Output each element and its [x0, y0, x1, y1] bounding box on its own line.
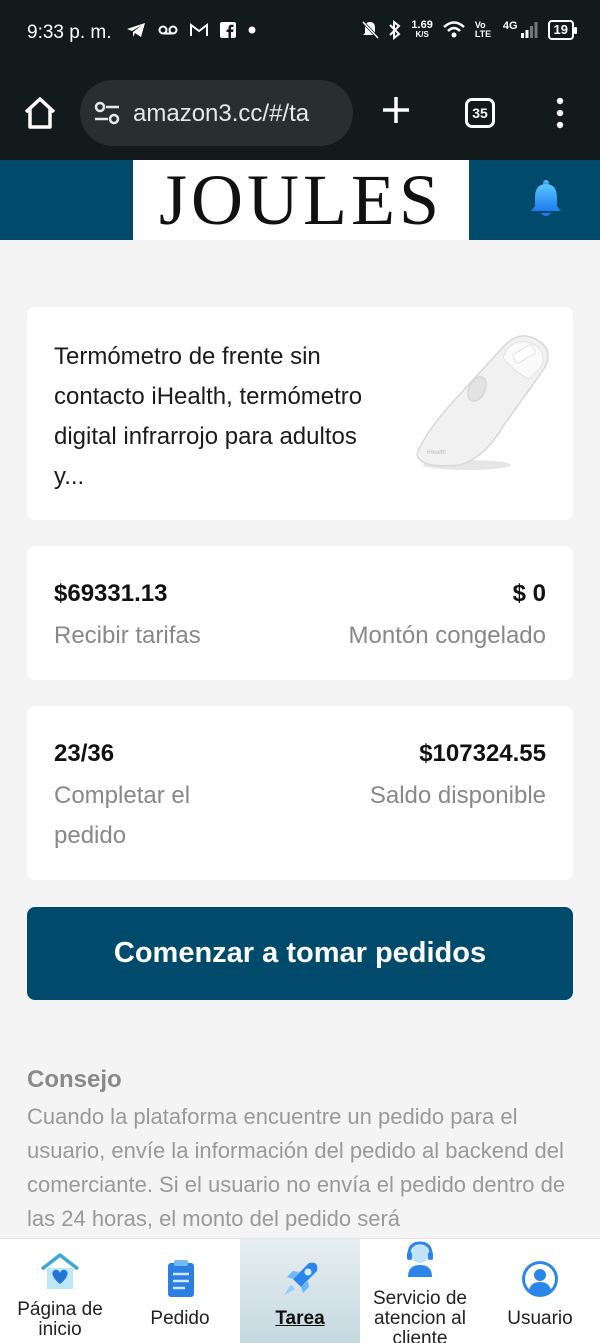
url-text[interactable]: amazon3.cc/#/ta — [133, 100, 343, 128]
tip-title: Consejo — [27, 1066, 122, 1093]
progress-label: Completar el pedido — [54, 782, 191, 849]
voicemail-icon — [158, 25, 178, 35]
gmail-icon — [190, 23, 208, 36]
user-icon — [522, 1261, 558, 1297]
frozen-value: $ 0 — [512, 580, 546, 607]
bluetooth-icon — [389, 20, 401, 40]
product-title: Termómetro de frente sin contacto iHealt… — [54, 343, 363, 490]
status-time: 9:33 p. m. — [27, 22, 112, 43]
browser-toolbar: amazon3.cc/#/ta 35 — [0, 66, 600, 160]
more-menu-icon[interactable] — [550, 96, 570, 130]
rocket-icon — [284, 1262, 318, 1295]
fees-value: $69331.13 — [54, 580, 168, 607]
nav-tasks[interactable]: Tarea — [240, 1239, 360, 1343]
nav-tasks-label: Tarea — [275, 1308, 325, 1329]
nav-user[interactable]: Usuario — [480, 1239, 600, 1343]
fees-card: $69331.13 Recibir tarifas $ 0 Montón con… — [27, 546, 573, 680]
product-card[interactable]: Termómetro de frente sin contacto iHealt… — [27, 307, 573, 520]
bell-icon[interactable] — [526, 178, 566, 220]
brand-logo: JOULES — [133, 160, 469, 240]
address-bar[interactable]: amazon3.cc/#/ta — [80, 80, 353, 146]
app-header: JOULES — [0, 160, 600, 240]
nav-orders[interactable]: Pedido — [120, 1239, 240, 1343]
battery-icon: 19 — [547, 20, 578, 40]
fees-label: Recibir tarifas — [54, 622, 201, 649]
home-icon[interactable] — [22, 95, 58, 131]
wifi-icon — [443, 21, 465, 38]
net-speed: 1.69 K/S — [411, 20, 432, 40]
bell-off-icon — [362, 20, 380, 40]
svg-text:iHealth: iHealth — [427, 450, 446, 456]
new-tab-icon[interactable] — [380, 94, 412, 126]
balance-value: $107324.55 — [419, 740, 546, 767]
clipboard-icon — [168, 1260, 194, 1297]
nav-home-label: Página de inicio — [17, 1299, 103, 1340]
nav-user-label: Usuario — [507, 1308, 573, 1329]
nav-support-label: Servicio de atencion al cliente — [373, 1288, 467, 1343]
tip-text: Cuando la plataforma encuentre un pedido… — [27, 1104, 566, 1231]
nav-support[interactable]: Servicio de atencion al cliente — [360, 1239, 480, 1343]
bottom-nav: Página de inicio Pedido Tarea Servicio d… — [0, 1238, 600, 1343]
home-heart-icon — [40, 1253, 80, 1289]
status-bar: 9:33 p. m. 1.69 K/S Vo LTE 4G 19 — [0, 0, 600, 66]
net-speed-value: 1.69 — [411, 19, 433, 31]
progress-card: 23/36 Completar el pedido $107324.55 Sal… — [27, 706, 573, 880]
progress-value: 23/36 — [54, 740, 115, 767]
frozen-label: Montón congelado — [348, 622, 546, 649]
telegram-icon — [127, 23, 145, 37]
product-image: iHealth — [416, 335, 549, 470]
nav-orders-label: Pedido — [150, 1308, 210, 1329]
nav-home[interactable]: Página de inicio — [0, 1239, 120, 1343]
start-orders-button[interactable]: Comenzar a tomar pedidos — [27, 907, 573, 1000]
dot-icon — [248, 26, 256, 34]
system-icons: 1.69 K/S Vo LTE 4G 19 — [361, 20, 578, 40]
site-settings-icon[interactable] — [94, 101, 120, 125]
support-agent-icon — [407, 1241, 433, 1277]
signal-icon — [520, 22, 538, 38]
volte-label: Vo LTE — [474, 20, 492, 39]
network-type: 4G — [502, 20, 518, 32]
notification-icons — [126, 22, 256, 38]
net-speed-unit: K/S — [415, 30, 429, 39]
tab-switcher-button[interactable]: 35 — [465, 98, 495, 128]
balance-label: Saldo disponible — [369, 782, 546, 809]
facebook-icon — [220, 22, 236, 38]
